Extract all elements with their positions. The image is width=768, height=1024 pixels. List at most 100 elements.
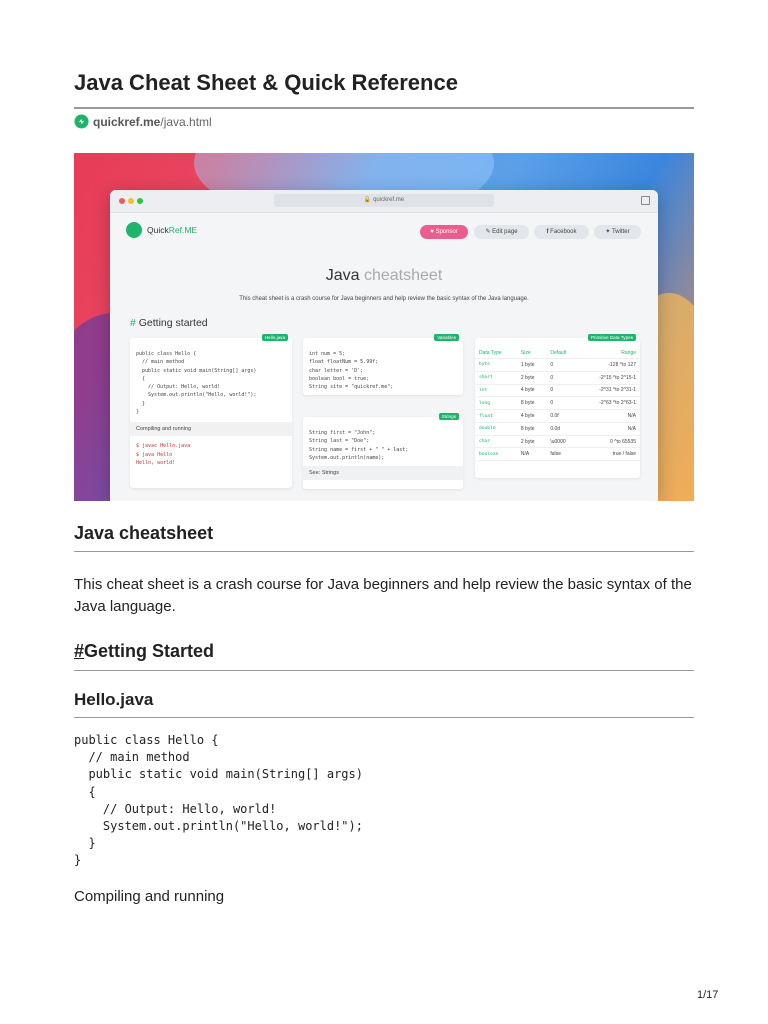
page-title: Java Cheat Sheet & Quick Reference (74, 70, 458, 95)
table-cell: 4 byte (516, 384, 547, 398)
table-cell: N/A (578, 409, 640, 423)
hero-section-heading: # Getting started (130, 317, 208, 329)
lock-icon: 🔒 (363, 197, 372, 203)
table-cell: -2^63 ^to 2^63-1 (578, 396, 640, 411)
variables-card-code: int num = 5; float floatNum = 5.99f; cha… (309, 351, 394, 391)
table-cell: -128 ^to 127 (578, 358, 640, 372)
sponsor-label: Sponsor (435, 229, 458, 235)
table-cell: N/A (516, 447, 547, 462)
table-cell: 1 byte (516, 358, 547, 372)
table-cell: 8 byte (516, 422, 547, 436)
maximize-dot-icon (137, 198, 143, 204)
table-cell: true / false (578, 447, 640, 462)
brand-prefix: Quick (147, 225, 169, 235)
table-cell: 0.0d (546, 422, 579, 436)
anchor-link[interactable]: # (74, 641, 84, 661)
table-cell: 0 (546, 358, 579, 372)
quickref-brand: QuickRef.ME (126, 222, 197, 238)
address-text: quickref.me (373, 197, 405, 203)
col-header: Size (516, 348, 547, 359)
hello-card-code: public class Hello { // main method publ… (136, 351, 257, 416)
subsection-heading-hello: Hello.java (74, 690, 154, 709)
hero-description: This cheat sheet is a crash course for J… (239, 296, 529, 302)
intro-paragraph: This cheat sheet is a crash course for J… (74, 576, 692, 615)
table-cell: \u0000 (546, 435, 579, 449)
table-row: boolean N/A false true / false (475, 447, 640, 462)
primitive-types-tag: Primitive Data Types (587, 334, 636, 341)
hello-card-tag: Hello.java (261, 334, 288, 341)
strings-card-subheading: See: Strings (303, 466, 463, 481)
twitter-button: ✦ Twitter (594, 225, 641, 239)
table-cell: -2^15 ^to 2^15-1 (578, 371, 640, 385)
table-cell: 0 (546, 371, 579, 385)
section-heading-getting-started: #Getting Started (74, 641, 214, 662)
hero-section-text: Getting started (135, 317, 208, 329)
table-cell: byte (475, 358, 517, 372)
primitive-types-card: Primitive Data Types Data Type Size Defa… (475, 334, 640, 478)
table-row: double 8 byte 0.0d N/A (475, 422, 640, 436)
table-cell: char (475, 435, 517, 449)
table-row: long 8 byte 0 -2^63 ^to 2^63-1 (475, 396, 640, 411)
table-cell: 0 (546, 384, 579, 398)
quickref-logo-icon (74, 114, 89, 129)
edit-label: Edit page (492, 229, 518, 235)
table-row: short 2 byte 0 -2^15 ^to 2^15-1 (475, 371, 640, 385)
quickref-logo-icon (126, 222, 142, 238)
primitive-types-table: Data Type Size Default Range byte 1 byte 0… (475, 348, 640, 462)
page-number: 1/17 (697, 989, 719, 1001)
hello-card-subheading: Compiling and running (130, 422, 292, 437)
facebook-button: f Facebook (534, 225, 589, 239)
section-heading-cheatsheet: Java cheatsheet (74, 523, 214, 543)
section-divider (74, 551, 694, 552)
hello-code-block: public class Hello { // main method publ… (74, 733, 363, 868)
table-cell: N/A (578, 422, 640, 436)
source-path: /java.html (160, 114, 212, 129)
brand-suffix: Ref.ME (168, 225, 198, 235)
pencil-icon: ✎ (485, 229, 491, 235)
table-cell: 0 (546, 396, 579, 411)
strings-card-tag: Strings (438, 413, 459, 420)
table-row: float 4 byte 0.0f N/A (475, 409, 640, 423)
browser-titlebar: 🔒 quickref.me (110, 190, 658, 213)
source-domain: quickref.me (93, 114, 161, 129)
twitter-label: Twitter (611, 229, 630, 235)
section-divider (74, 670, 694, 671)
table-cell: 0.0f (546, 409, 579, 423)
table-cell: int (475, 384, 517, 398)
edit-page-button: ✎ Edit page (474, 225, 529, 239)
hero-heading: Java cheatsheet (110, 267, 658, 285)
col-header: Data Type (475, 348, 517, 359)
table-cell: 4 byte (516, 409, 547, 423)
strings-card-code: String first = "John"; String last = "Do… (309, 430, 409, 461)
source-link[interactable]: quickref.me/java.html (74, 114, 212, 129)
sponsor-button: ♥ Sponsor (420, 225, 468, 239)
title-divider (74, 107, 694, 109)
table-row: byte 1 byte 0 -128 ^to 127 (475, 358, 640, 372)
table-cell: short (475, 371, 517, 385)
hero-heading-light: cheatsheet (359, 267, 443, 284)
table-cell: -2^31 ^to 2^31-1 (578, 384, 640, 398)
table-row: int 4 byte 0 -2^31 ^to 2^31-1 (475, 384, 640, 398)
twitter-icon: ✦ (605, 229, 611, 235)
table-cell: 0 ^to 65535 (578, 435, 640, 449)
compiling-text: Compiling and running (74, 888, 225, 905)
table-cell: float (475, 409, 517, 423)
hello-card-shell: $ javac Hello.java $ java Hello Hello, w… (136, 443, 191, 466)
table-cell: 2 byte (516, 371, 547, 385)
close-dot-icon (119, 198, 125, 204)
strings-card: Strings String first = "John"; String la… (303, 413, 463, 489)
facebook-icon: f (546, 229, 549, 235)
hero-heading-main: Java (325, 267, 360, 284)
table-cell: 8 byte (516, 396, 547, 411)
table-cell: false (546, 447, 579, 462)
getting-started-text: Getting Started (84, 641, 215, 661)
browser-window: 🔒 quickref.me QuickRef.ME ♥ Sponsor ✎ Ed… (110, 190, 658, 501)
table-cell: 2 byte (516, 435, 547, 449)
copy-icon (641, 196, 650, 205)
heart-icon: ♥ (430, 229, 434, 235)
hero-screenshot: 🔒 quickref.me QuickRef.ME ♥ Sponsor ✎ Ed… (74, 153, 694, 501)
variables-card-tag: Variables (434, 334, 459, 341)
minimize-dot-icon (128, 198, 134, 204)
subsection-divider (74, 717, 694, 718)
table-cell: boolean (475, 447, 517, 462)
